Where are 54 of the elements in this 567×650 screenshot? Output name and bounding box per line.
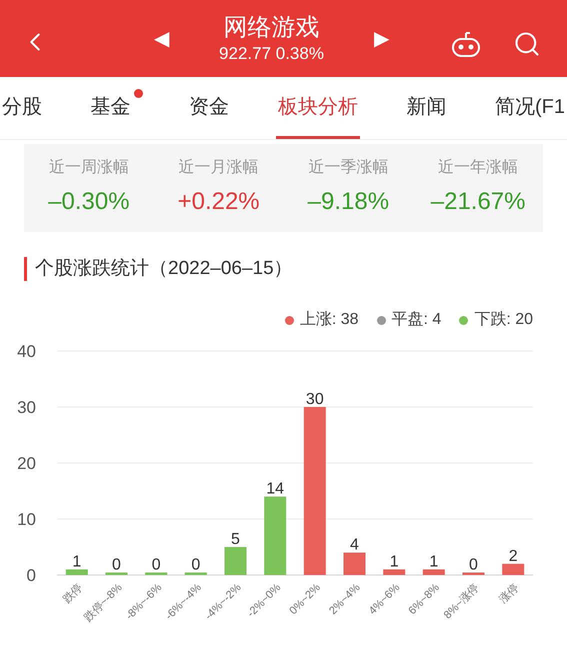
y-tick-label: 30 (17, 398, 36, 417)
y-tick-label: 40 (17, 342, 36, 361)
stat-value: +0.22% (178, 187, 260, 217)
section-title: 个股涨跌统计（2022–06–15） (35, 256, 293, 281)
bar (224, 547, 246, 575)
next-button[interactable]: ▶ (374, 24, 389, 54)
stat-label: 近一年涨幅 (438, 158, 518, 178)
x-tick-label: 涨停 (497, 582, 522, 606)
bar-value-label: 0 (112, 556, 121, 574)
bar-value-label: 4 (350, 536, 359, 554)
bar-value-label: 30 (306, 391, 324, 408)
bar (184, 572, 207, 575)
y-tick-label: 10 (17, 510, 36, 529)
legend-label: 平盘: 4 (392, 310, 442, 330)
bar-value-label: 5 (231, 531, 240, 548)
index-quote: 922.77 0.38% (219, 42, 324, 64)
bar-value-label: 0 (191, 556, 200, 574)
bar (344, 552, 366, 575)
tab[interactable]: 简况(F1 (492, 77, 567, 139)
tab[interactable]: 资金 (187, 77, 232, 139)
bar-value-label: 0 (152, 556, 161, 574)
bar-value-label: 2 (508, 548, 518, 565)
tab[interactable]: 板块分析 (276, 77, 360, 139)
bar (106, 572, 128, 575)
x-tick-label: 跌停 (60, 582, 85, 606)
bar (145, 572, 168, 575)
bar (502, 564, 524, 575)
section-marker (24, 257, 27, 281)
bar (66, 569, 88, 575)
bar-value-label: 1 (390, 553, 399, 570)
legend-label: 下跌: 20 (474, 310, 533, 330)
bar-value-label: 1 (429, 553, 438, 570)
bar-value-label: 0 (469, 556, 478, 574)
legend-label: 上涨: 38 (300, 310, 359, 330)
bar-value-label: 1 (72, 553, 82, 570)
tab[interactable]: 新闻 (404, 77, 448, 139)
tab[interactable]: 基金 (88, 77, 143, 139)
stat-value: –0.30% (48, 187, 130, 217)
stat-label: 近一周涨幅 (48, 158, 129, 178)
window-title: 网络游戏 (223, 12, 320, 42)
stat-value: –21.67% (430, 187, 526, 217)
stat-label: 近一季涨幅 (308, 158, 388, 178)
tab[interactable]: 分股 (0, 77, 44, 139)
bar-value-label: 14 (266, 480, 284, 498)
y-tick-label: 0 (26, 566, 36, 585)
y-tick-label: 20 (17, 454, 36, 473)
search-icon[interactable] (513, 30, 541, 58)
bar (462, 572, 484, 575)
stat-label: 近一月涨幅 (178, 158, 259, 178)
robot-icon[interactable] (450, 30, 482, 58)
bar (383, 569, 406, 575)
stat-value: –9.18% (308, 187, 390, 217)
previous-button[interactable]: ◀ (154, 24, 170, 54)
bar (422, 569, 445, 575)
